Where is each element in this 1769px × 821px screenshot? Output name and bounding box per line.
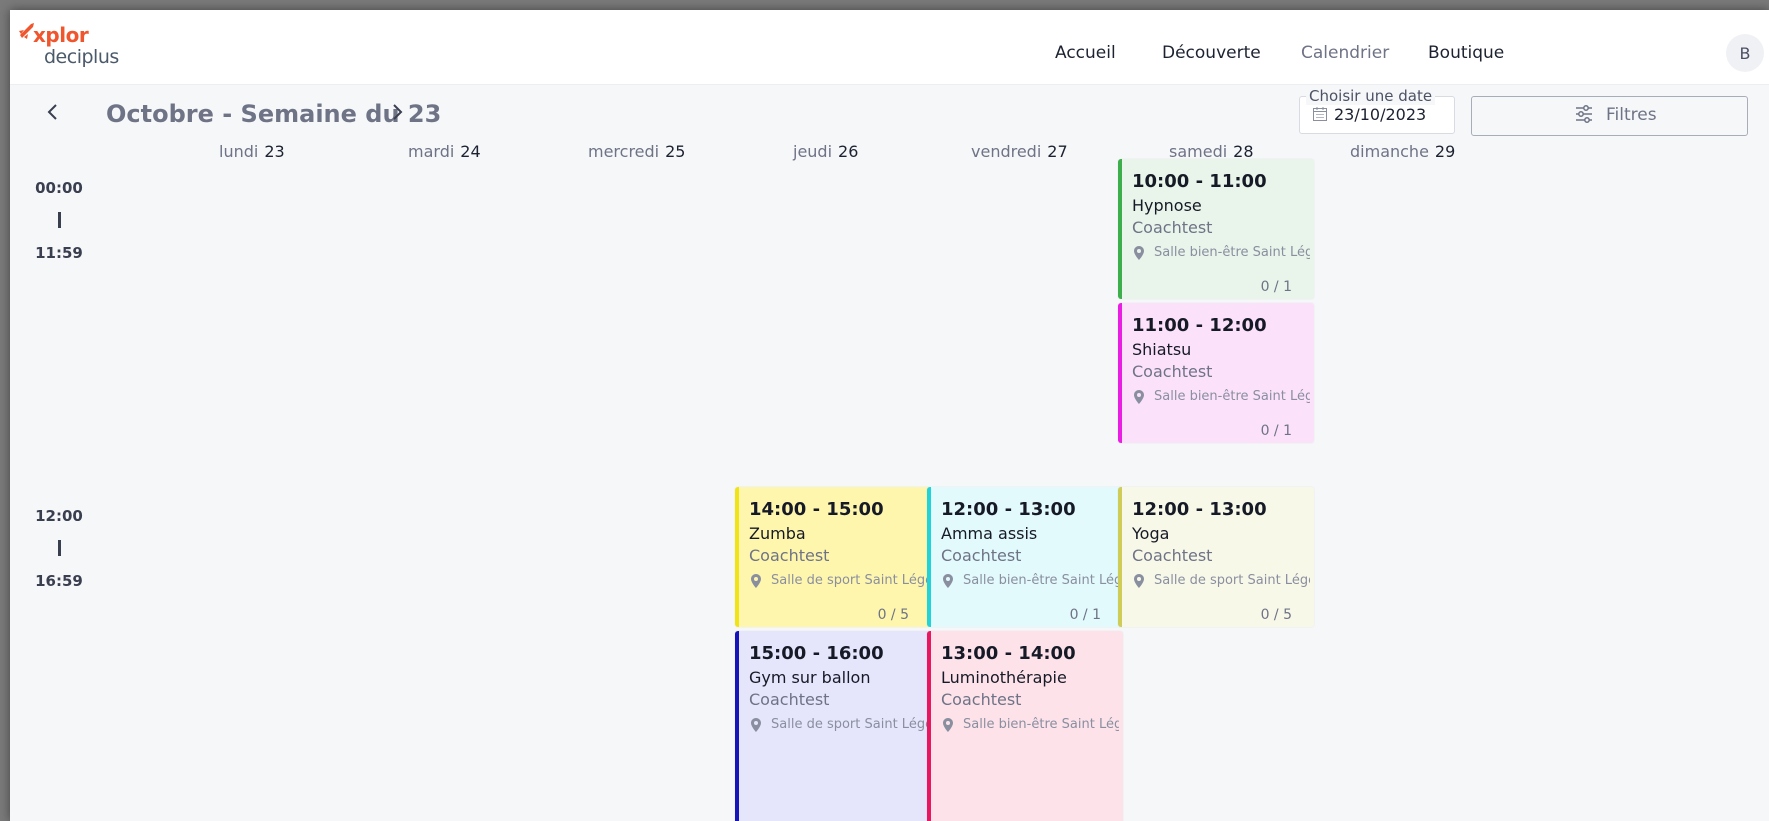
date-picker-label: Choisir une date <box>1306 87 1436 105</box>
brand-logo[interactable]: xplor deciplus <box>16 20 126 76</box>
app-window: xplor deciplus Accueil Découverte Calend… <box>10 10 1769 821</box>
event-card[interactable]: 13:00 - 14:00 Luminothérapie Coachtest S… <box>927 631 1123 821</box>
event-coach: Coachtest <box>1132 218 1213 237</box>
event-name: Zumba <box>749 524 806 543</box>
map-pin-icon <box>943 718 953 732</box>
chevron-left-icon <box>47 104 57 120</box>
chevron-right-icon <box>393 104 403 120</box>
event-name: Shiatsu <box>1132 340 1192 359</box>
band-start-time: 12:00 <box>35 507 83 525</box>
event-time: 13:00 - 14:00 <box>941 643 1076 664</box>
event-card[interactable]: 14:00 - 15:00 Zumba Coachtest Salle de s… <box>735 487 931 627</box>
event-time: 12:00 - 13:00 <box>941 499 1076 520</box>
event-capacity: 0 / 1 <box>1260 279 1292 295</box>
event-room: Salle bien-être Saint Léger <box>1154 245 1310 260</box>
event-time: 11:00 - 12:00 <box>1132 315 1267 336</box>
day-header-vendredi: vendredi 27 <box>971 142 1068 161</box>
calendar-icon <box>1313 107 1327 121</box>
day-header-dimanche: dimanche 29 <box>1350 142 1456 161</box>
event-coach: Coachtest <box>941 690 1022 709</box>
event-capacity: 0 / 1 <box>1069 607 1101 623</box>
map-pin-icon <box>943 574 953 588</box>
map-pin-icon <box>751 574 761 588</box>
event-capacity: 0 / 5 <box>877 607 909 623</box>
event-name: Yoga <box>1132 524 1170 543</box>
band-separator <box>58 540 61 556</box>
band-end-time: 16:59 <box>35 572 83 590</box>
day-header-mercredi: mercredi 25 <box>588 142 686 161</box>
band-start-time: 00:00 <box>35 179 83 197</box>
event-name: Hypnose <box>1132 196 1202 215</box>
day-header-jeudi: jeudi 26 <box>793 142 859 161</box>
event-coach: Coachtest <box>749 546 830 565</box>
event-time: 15:00 - 16:00 <box>749 643 884 664</box>
event-room: Salle bien-être Saint Léger <box>963 573 1119 588</box>
prev-week-button[interactable] <box>42 101 64 123</box>
event-coach: Coachtest <box>749 690 830 709</box>
event-coach: Coachtest <box>1132 362 1213 381</box>
date-picker-value: 23/10/2023 <box>1334 105 1427 124</box>
band-separator <box>58 212 61 228</box>
event-room: Salle de sport Saint Léger <box>1154 573 1310 588</box>
event-name: Amma assis <box>941 524 1038 543</box>
event-capacity: 0 / 1 <box>1260 423 1292 439</box>
event-name: Gym sur ballon <box>749 668 871 687</box>
brand-name-top: xplor <box>33 23 89 47</box>
event-room: Salle de sport Saint Léger <box>771 717 927 732</box>
map-pin-icon <box>1134 390 1144 404</box>
map-pin-icon <box>1134 574 1144 588</box>
event-name: Luminothérapie <box>941 668 1067 687</box>
event-card[interactable]: 12:00 - 13:00 Amma assis Coachtest Salle… <box>927 487 1123 627</box>
band-end-time: 11:59 <box>35 244 83 262</box>
event-card[interactable]: 10:00 - 11:00 Hypnose Coachtest Salle bi… <box>1118 159 1314 299</box>
nav-discover[interactable]: Découverte <box>1162 43 1261 63</box>
filters-label: Filtres <box>1606 105 1657 125</box>
sliders-icon <box>1576 105 1592 123</box>
next-week-button[interactable] <box>386 101 408 123</box>
user-avatar[interactable]: B <box>1726 34 1764 72</box>
event-time: 12:00 - 13:00 <box>1132 499 1267 520</box>
nav-shop[interactable]: Boutique <box>1428 43 1504 63</box>
event-card[interactable]: 12:00 - 13:00 Yoga Coachtest Salle de sp… <box>1118 487 1314 627</box>
nav-calendar[interactable]: Calendrier <box>1301 43 1389 63</box>
brand-name-bottom: deciplus <box>44 46 119 68</box>
day-header-lundi: lundi 23 <box>219 142 285 161</box>
event-coach: Coachtest <box>1132 546 1213 565</box>
map-pin-icon <box>751 718 761 732</box>
event-room: Salle bien-être Saint Léger <box>1154 389 1310 404</box>
event-time: 10:00 - 11:00 <box>1132 171 1267 192</box>
top-bar: xplor deciplus Accueil Découverte Calend… <box>10 10 1769 85</box>
event-card[interactable]: 11:00 - 12:00 Shiatsu Coachtest Salle bi… <box>1118 303 1314 443</box>
event-room: Salle de sport Saint Léger <box>771 573 927 588</box>
map-pin-icon <box>1134 246 1144 260</box>
day-header-mardi: mardi 24 <box>408 142 481 161</box>
event-time: 14:00 - 15:00 <box>749 499 884 520</box>
nav-home[interactable]: Accueil <box>1055 43 1116 63</box>
event-room: Salle bien-être Saint Léger <box>963 717 1119 732</box>
event-capacity: 0 / 5 <box>1260 607 1292 623</box>
event-card[interactable]: 15:00 - 16:00 Gym sur ballon Coachtest S… <box>735 631 931 821</box>
event-coach: Coachtest <box>941 546 1022 565</box>
